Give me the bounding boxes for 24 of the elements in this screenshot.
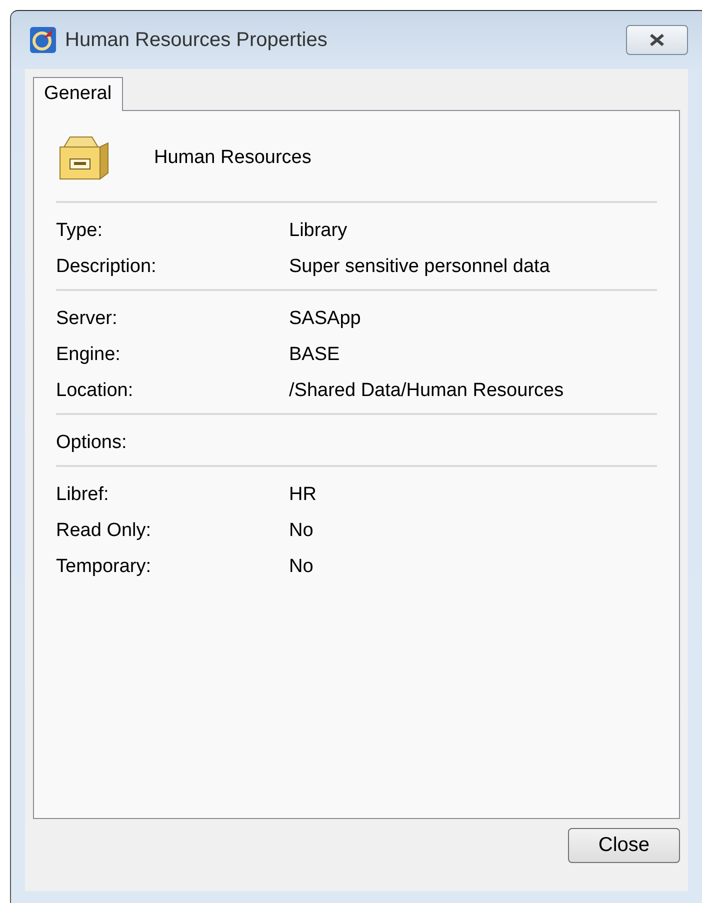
field-value: /Shared Data/Human Resources: [289, 379, 565, 403]
window-title: Human Resources Properties: [65, 28, 328, 52]
field-label: Description:: [56, 255, 158, 279]
field-label: Read Only:: [56, 519, 152, 543]
field-value: BASE: [289, 343, 341, 367]
field-value: SASApp: [289, 307, 362, 331]
field-label: Type:: [56, 219, 104, 243]
field-value: No: [289, 555, 314, 579]
app-icon: [29, 26, 57, 54]
field-label: Server:: [56, 307, 118, 331]
close-icon: [647, 33, 667, 47]
field-value: No: [289, 519, 314, 543]
field-label: Engine:: [56, 343, 122, 367]
field-label: Location:: [56, 379, 134, 403]
field-label: Options:: [56, 431, 128, 455]
library-name: Human Resources: [154, 147, 312, 169]
field-label: Temporary:: [56, 555, 152, 579]
field-value: Super sensitive personnel data: [289, 255, 551, 279]
field-value: HR: [289, 483, 318, 507]
tab[interactable]: General: [33, 77, 123, 111]
dialog-button[interactable]: Close: [568, 828, 680, 863]
close-button[interactable]: [626, 25, 688, 55]
field-label: Libref:: [56, 483, 110, 507]
field-value: Library: [289, 219, 348, 243]
